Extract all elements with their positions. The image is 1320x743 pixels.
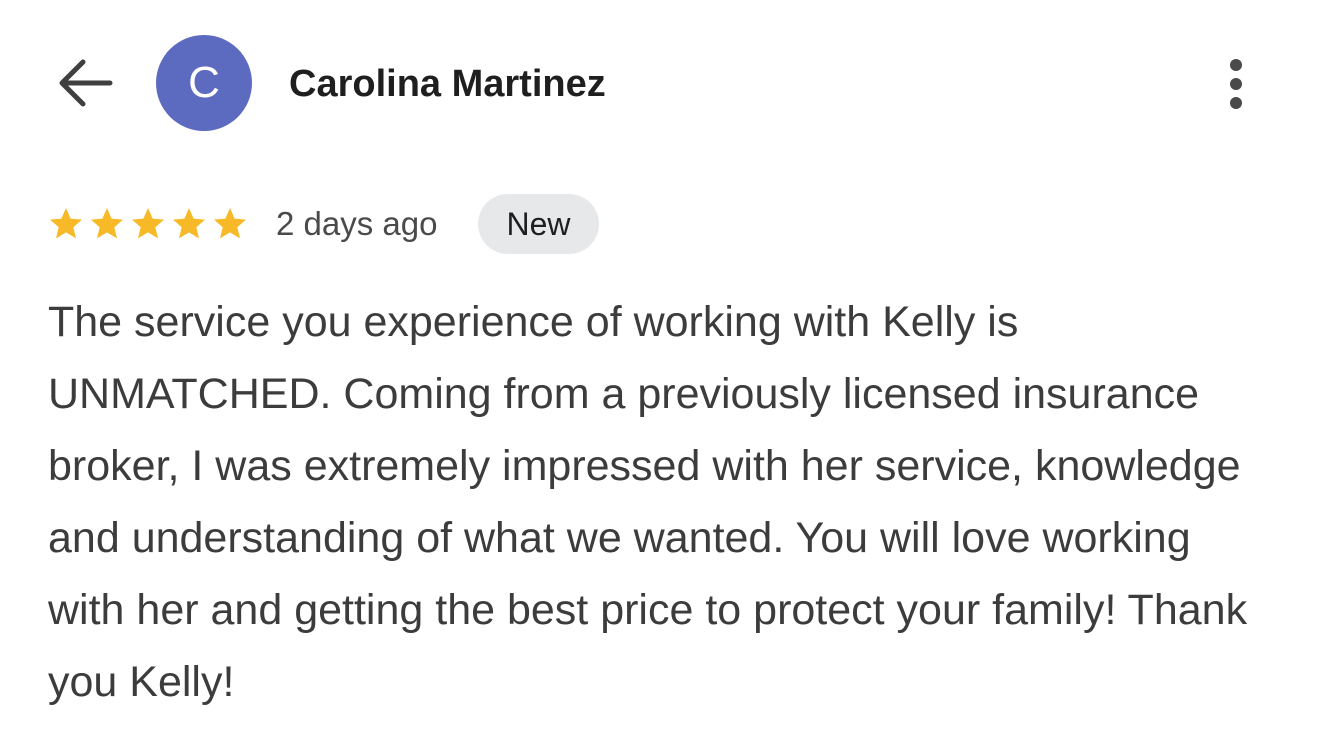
star-icon	[48, 206, 89, 242]
star-icon	[130, 206, 171, 242]
star-icon	[89, 206, 130, 242]
review-page: C Carolina Martinez 2 days ago New The s…	[0, 0, 1320, 743]
more-options-button[interactable]	[1212, 52, 1260, 116]
more-vert-icon	[1230, 59, 1242, 109]
review-text: The service you experience of working wi…	[48, 298, 1248, 706]
new-badge: New	[478, 194, 599, 254]
arrow-left-icon	[59, 59, 113, 107]
review-meta: 2 days ago New	[48, 194, 1248, 254]
star-icon	[212, 206, 253, 242]
avatar[interactable]: C	[156, 35, 252, 131]
author-name[interactable]: Carolina Martinez	[289, 60, 606, 108]
star-rating	[48, 206, 253, 242]
back-button[interactable]	[50, 52, 116, 114]
review-date: 2 days ago	[276, 205, 438, 242]
review-header: C Carolina Martinez	[0, 0, 1320, 168]
star-icon	[171, 206, 212, 242]
